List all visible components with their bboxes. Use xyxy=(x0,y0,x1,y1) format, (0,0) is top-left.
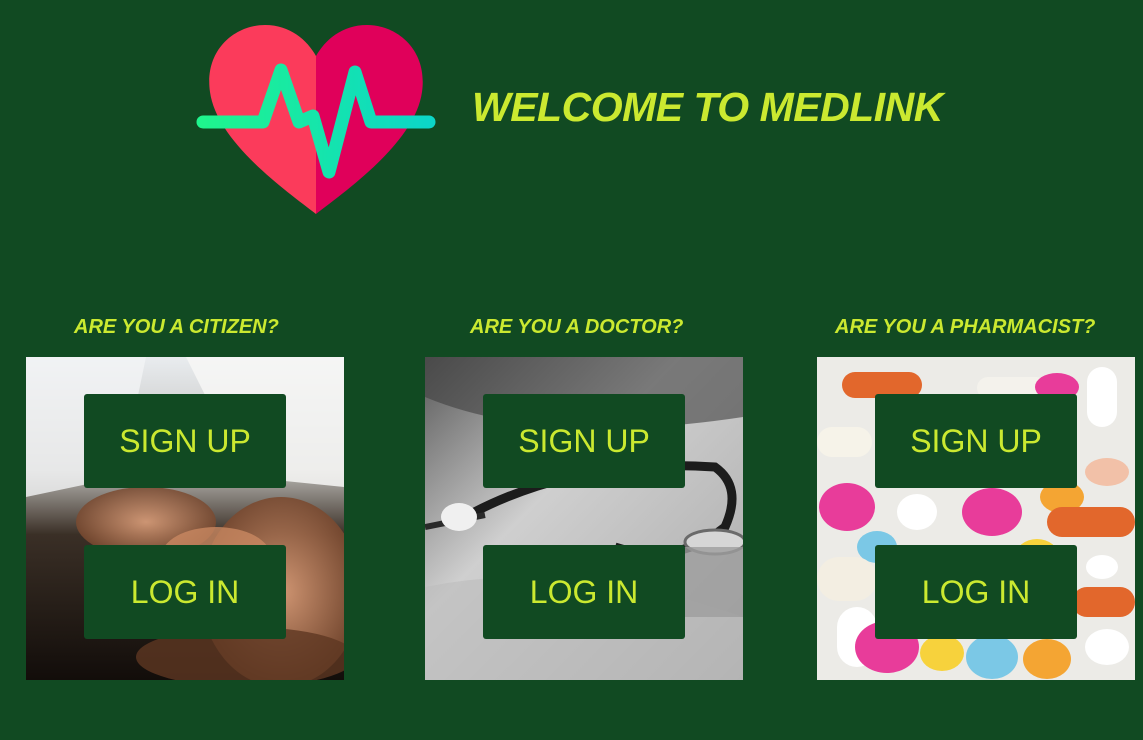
citizen-login-button[interactable]: LOG IN xyxy=(84,545,286,639)
citizen-signup-button[interactable]: SIGN UP xyxy=(84,394,286,488)
doctor-heading: ARE YOU A DOCTOR? xyxy=(470,316,684,338)
pharmacist-heading: ARE YOU A PHARMACIST? xyxy=(835,316,1096,338)
doctor-login-button[interactable]: LOG IN xyxy=(483,545,685,639)
pharmacist-login-button[interactable]: LOG IN xyxy=(875,545,1077,639)
pharmacist-card: SIGN UP LOG IN xyxy=(817,357,1135,680)
page-title: WELCOME TO MEDLINK xyxy=(472,84,943,130)
doctor-signup-button[interactable]: SIGN UP xyxy=(483,394,685,488)
welcome-page: WELCOME TO MEDLINK ARE YOU A CITIZEN? SI… xyxy=(0,0,1143,740)
citizen-heading: ARE YOU A CITIZEN? xyxy=(74,316,279,338)
citizen-card: SIGN UP LOG IN xyxy=(26,357,344,680)
heart-pulse-icon xyxy=(196,25,436,214)
pharmacist-signup-button[interactable]: SIGN UP xyxy=(875,394,1077,488)
doctor-card: SIGN UP LOG IN xyxy=(425,357,743,680)
